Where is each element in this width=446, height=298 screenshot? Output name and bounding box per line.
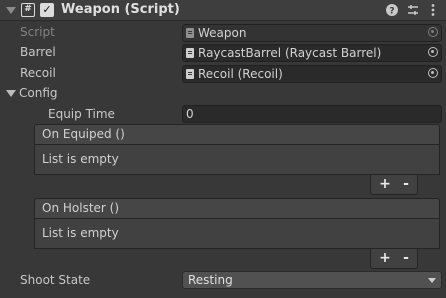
on-equiped-footer: + - (370, 175, 418, 195)
equip-time-field[interactable]: 0 (182, 105, 442, 123)
script-value: Weapon (198, 26, 247, 40)
recoil-value: Recoil (Recoil) (198, 67, 283, 81)
on-holster-header: On Holster () (34, 198, 440, 219)
barrel-field[interactable]: RaycastBarrel (Raycast Barrel) (182, 44, 442, 62)
shoot-state-dropdown[interactable]: Resting (182, 271, 442, 289)
on-holster-list: List is empty (34, 219, 440, 249)
enabled-checkbox[interactable]: ✓ (40, 3, 54, 17)
add-button[interactable]: + (375, 175, 395, 194)
equip-time-label: Equip Time (48, 107, 115, 121)
help-icon[interactable]: ? (385, 3, 399, 17)
barrel-label: Barrel (20, 45, 56, 59)
remove-button[interactable]: - (396, 249, 416, 268)
chevron-down-icon (428, 278, 436, 283)
config-label[interactable]: Config (19, 86, 58, 100)
add-button[interactable]: + (375, 249, 395, 268)
script-icon: # (21, 3, 35, 17)
object-picker-icon (428, 27, 438, 37)
component-title: Weapon (Script) (61, 2, 180, 17)
shoot-state-value: Resting (188, 273, 233, 287)
script-file-icon (186, 28, 194, 38)
foldout-arrow-icon[interactable] (6, 7, 16, 14)
object-picker-icon[interactable] (428, 47, 438, 57)
script-file-icon (186, 48, 194, 58)
recoil-field[interactable]: Recoil (Recoil) (182, 65, 442, 83)
svg-text:?: ? (389, 7, 394, 17)
on-holster-footer: + - (370, 249, 418, 269)
barrel-value: RaycastBarrel (Raycast Barrel) (198, 46, 382, 60)
object-picker-icon[interactable] (428, 68, 438, 78)
more-options-icon[interactable] (426, 3, 440, 17)
on-equiped-header: On Equiped () (34, 124, 440, 145)
script-field: Weapon (182, 24, 442, 42)
preset-icon[interactable] (406, 3, 420, 17)
remove-button[interactable]: - (396, 175, 416, 194)
script-label: Script (20, 25, 55, 39)
script-file-icon (186, 69, 194, 79)
recoil-label: Recoil (20, 66, 56, 80)
foldout-arrow-icon[interactable] (6, 90, 16, 97)
on-equiped-list: List is empty (34, 145, 440, 175)
shoot-state-label: Shoot State (20, 273, 91, 287)
